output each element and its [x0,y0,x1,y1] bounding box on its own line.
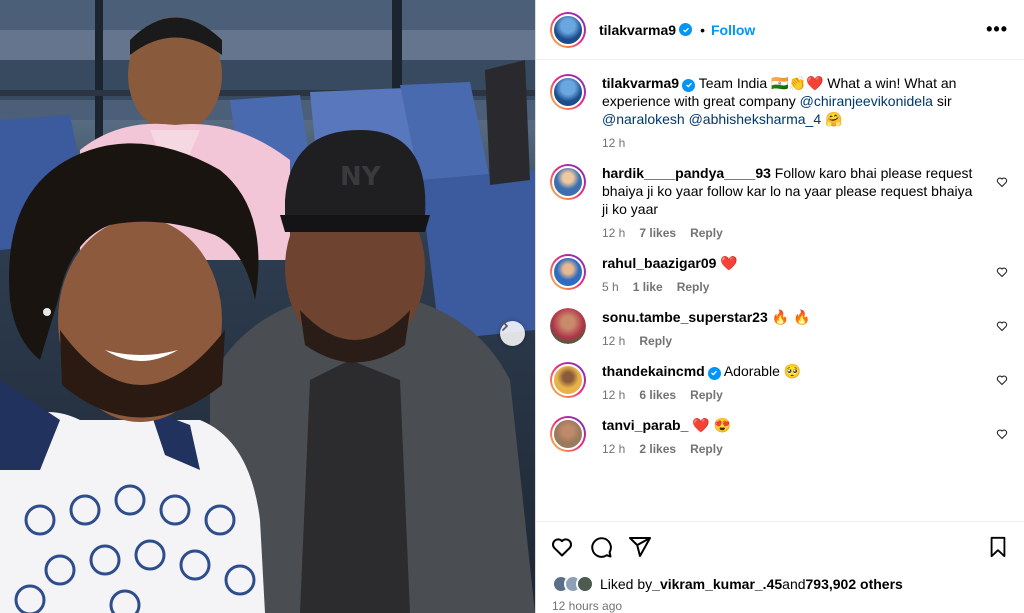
share-icon [629,536,651,557]
commenter-username[interactable]: rahul_baazigar09 [602,255,716,271]
mention-link[interactable]: @naralokesh [602,111,685,127]
reply-button[interactable]: Reply [639,334,672,348]
commenter-username[interactable]: tanvi_parab_ [602,417,688,433]
bookmark-icon [990,536,1006,557]
posted-time[interactable]: 12 hours ago [536,593,1024,613]
comment-likes[interactable]: 7 likes [639,226,676,240]
caption-time: 12 h [602,136,626,150]
comment-time: 12 h [602,334,626,348]
likes-count[interactable]: 793,902 others [806,576,903,592]
commenter-avatar[interactable] [550,308,586,344]
post-sidebar: tilakvarma9 • Follow ••• tilakvarma9 Tea… [535,0,1024,613]
mention-link[interactable]: @chiranjeevikonidela [800,93,933,109]
caption-emoji: 🇮🇳👏❤️ [771,75,824,91]
commenter-username[interactable]: hardik____pandya____93 [602,165,771,181]
caption-emoji: 🤗 [821,111,843,127]
verified-badge-icon [707,366,721,380]
follow-button[interactable]: Follow [711,22,755,38]
post-photo[interactable]: NY [0,0,535,613]
comment-row: tanvi_parab_ ❤️ 😍 12 h 2 likes Reply [550,416,1008,456]
comment-row: thandekaincmd Adorable 🥺 12 h 6 likes Re… [550,362,1008,402]
post-header: tilakvarma9 • Follow ••• [536,0,1024,60]
caption-part: Team India [698,75,772,91]
separator-dot: • [700,21,705,38]
commenter-avatar[interactable] [550,164,586,200]
comment-row: sonu.tambe_superstar23 🔥 🔥 12 h Reply [550,308,1008,348]
comment-text: 🔥 🔥 [771,309,811,325]
heart-icon[interactable] [996,374,1008,386]
reply-button[interactable]: Reply [690,226,723,240]
comment-likes[interactable]: 2 likes [639,442,676,456]
heart-icon[interactable] [996,320,1008,332]
caption: tilakvarma9 Team India 🇮🇳👏❤️ What a win!… [550,74,1008,150]
share-button[interactable] [626,533,654,561]
commenter-username[interactable]: thandekaincmd [602,363,705,379]
mention-link[interactable]: @abhisheksharma_4 [689,111,822,127]
more-options-button[interactable]: ••• [986,19,1008,40]
reply-button[interactable]: Reply [690,388,723,402]
likes-summary: Liked by _vikram_kumar_.45 and 793,902 o… [536,571,1024,593]
svg-text:NY: NY [340,162,382,192]
comment-text: ❤️ 😍 [692,417,732,433]
commenter-username[interactable]: sonu.tambe_superstar23 [602,309,768,325]
author-avatar[interactable] [550,11,586,48]
comment-time: 12 h [602,226,626,240]
caption-text: tilakvarma9 Team India 🇮🇳👏❤️ What a win!… [602,74,978,128]
author-username[interactable]: tilakvarma9 [599,22,676,38]
action-bar [536,521,1024,571]
heart-icon [552,537,572,556]
commenter-avatar[interactable] [550,254,586,290]
comment-row: rahul_baazigar09 ❤️ 5 h 1 like Reply [550,254,1008,294]
chevron-right-icon [502,321,509,331]
save-button[interactable] [984,533,1012,561]
caption-username[interactable]: tilakvarma9 [602,75,679,91]
likes-and: and [782,576,806,592]
liker-avatars[interactable] [552,575,594,593]
heart-icon[interactable] [996,266,1008,278]
comment-text: ❤️ [720,255,738,271]
liker-avatar [576,575,594,593]
comments-list: tilakvarma9 Team India 🇮🇳👏❤️ What a win!… [536,60,1024,521]
reply-button[interactable]: Reply [690,442,723,456]
heart-icon[interactable] [996,176,1008,188]
photo-illustration: NY [0,0,535,613]
comment-button[interactable] [587,533,615,561]
verified-badge-icon [679,23,693,36]
comment-likes[interactable]: 1 like [633,280,663,294]
comment-time: 12 h [602,442,626,456]
caption-part: sir [932,93,952,109]
liked-by-user[interactable]: _vikram_kumar_.45 [652,576,782,592]
verified-badge-icon [682,78,696,92]
commenter-avatar[interactable] [550,362,586,398]
comment-time: 5 h [602,280,619,294]
heart-icon[interactable] [996,428,1008,440]
comment-text: Adorable 🥺 [723,363,802,379]
commenter-avatar[interactable] [550,416,586,452]
comment-row: hardik____pandya____93 Follow karo bhai … [550,164,1008,240]
likes-prefix: Liked by [600,576,653,592]
like-button[interactable] [548,533,576,561]
next-image-button[interactable] [500,321,525,346]
comment-icon [591,536,612,558]
comment-likes[interactable]: 6 likes [639,388,676,402]
comment-time: 12 h [602,388,626,402]
reply-button[interactable]: Reply [677,280,710,294]
caption-avatar[interactable] [550,74,586,110]
